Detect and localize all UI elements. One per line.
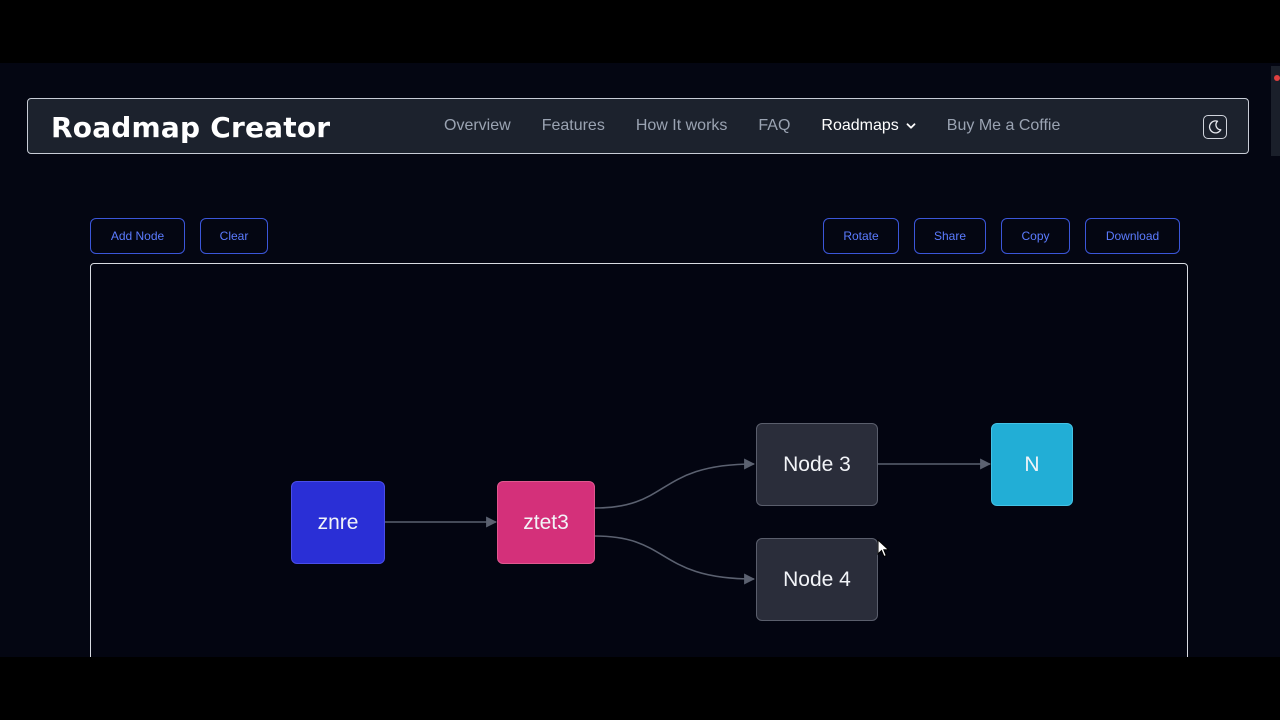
download-button[interactable]: Download xyxy=(1085,218,1180,254)
node-znre[interactable]: znre xyxy=(291,481,385,564)
nav-how-it-works[interactable]: How It works xyxy=(636,117,728,135)
nav-features[interactable]: Features xyxy=(542,117,605,135)
roadmap-canvas[interactable]: znre ztet3 Node 3 Node 4 N xyxy=(90,263,1188,657)
brand-logo-text[interactable]: Roadmap Creator xyxy=(51,111,330,144)
node-node-3[interactable]: Node 3 xyxy=(756,423,878,506)
side-indicator-dot xyxy=(1274,75,1280,81)
edge-n2-n4[interactable] xyxy=(594,535,756,585)
nav-links: Overview Features How It works FAQ Roadm… xyxy=(444,117,1091,135)
add-node-button[interactable]: Add Node xyxy=(90,218,185,254)
node-label: N xyxy=(1024,452,1040,476)
edge-n2-n3[interactable] xyxy=(594,458,756,509)
copy-button[interactable]: Copy xyxy=(1001,218,1070,254)
nav-overview[interactable]: Overview xyxy=(444,117,511,135)
node-label: znre xyxy=(317,510,359,534)
nav-coffee-label: Buy Me a Coffie xyxy=(946,117,1061,134)
app-viewport: Roadmap Creator Overview Features How It… xyxy=(0,63,1280,657)
theme-toggle-button[interactable] xyxy=(1203,115,1227,139)
node-label: ztet3 xyxy=(523,510,569,534)
share-button[interactable]: Share xyxy=(914,218,986,254)
nav-overview-label: Overview xyxy=(444,117,511,134)
nav-faq[interactable]: FAQ xyxy=(758,117,790,135)
nav-how-it-works-label: How It works xyxy=(635,117,728,134)
mouse-cursor-icon xyxy=(877,539,890,558)
clear-button[interactable]: Clear xyxy=(200,218,268,254)
moon-icon xyxy=(1208,120,1222,134)
node-label: Node 3 xyxy=(783,452,851,476)
top-navbar: Roadmap Creator Overview Features How It… xyxy=(27,98,1249,154)
node-node-4[interactable]: Node 4 xyxy=(756,538,878,621)
rotate-button[interactable]: Rotate xyxy=(823,218,899,254)
chevron-down-icon xyxy=(906,123,916,129)
nav-roadmaps-label: Roadmaps xyxy=(821,117,899,134)
node-ztet3[interactable]: ztet3 xyxy=(497,481,595,564)
node-n[interactable]: N xyxy=(991,423,1073,506)
nav-buy-me-a-coffee[interactable]: Buy Me a Coffie xyxy=(947,117,1061,135)
nav-features-label: Features xyxy=(541,117,605,134)
nav-faq-label: FAQ xyxy=(758,117,791,134)
nav-roadmaps-dropdown[interactable]: Roadmaps xyxy=(821,117,916,135)
node-label: Node 4 xyxy=(783,567,851,591)
